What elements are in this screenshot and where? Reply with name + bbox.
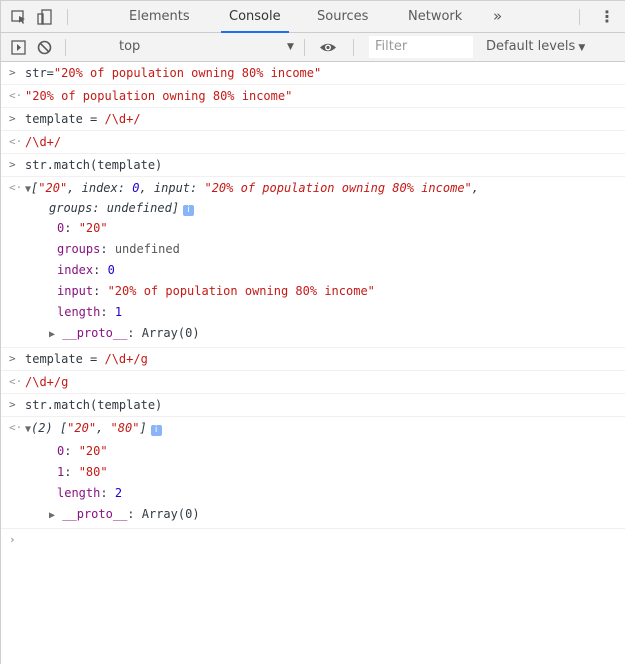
command-text: str= — [25, 66, 54, 80]
filter-input[interactable]: Filter — [369, 36, 473, 58]
more-tabs-button[interactable]: » — [493, 1, 502, 32]
tab-elements[interactable]: Elements — [129, 1, 190, 32]
clear-console-icon[interactable] — [36, 39, 53, 56]
console-input-line: > template = /\d+/g — [1, 348, 625, 371]
log-levels-label: Default levels — [486, 39, 576, 54]
expand-triangle-icon[interactable]: ▶ — [49, 510, 55, 521]
console-prompt[interactable]: › — [1, 529, 625, 555]
tab-network[interactable]: Network — [408, 1, 462, 32]
inspect-element-icon[interactable] — [10, 8, 28, 26]
command-text: str.match(template) — [25, 158, 163, 172]
input-prompt-icon: > — [9, 66, 16, 79]
property-row: 1: "80" — [57, 465, 108, 479]
input-prompt-icon: > — [9, 398, 16, 411]
chevron-down-icon: ▼ — [578, 43, 586, 53]
sidebar-toggle-icon[interactable] — [10, 39, 27, 56]
log-levels-dropdown[interactable]: Default levels ▼ — [486, 33, 585, 61]
command-text: str.match(template) — [25, 398, 163, 412]
tabbar-divider — [579, 9, 580, 25]
live-expression-eye-icon[interactable] — [318, 39, 338, 56]
property-row: 0: "20" — [57, 444, 108, 458]
command-text: template = /\d+/g — [25, 352, 148, 366]
property-row: groups: undefined — [57, 242, 180, 256]
expand-triangle-icon[interactable]: ▶ — [49, 329, 55, 340]
console-result-line: <· "20% of population owning 80% income" — [1, 85, 625, 108]
property-row: length: 2 — [57, 486, 123, 500]
toolbar-divider — [353, 39, 354, 56]
tab-console[interactable]: Console — [221, 1, 289, 33]
console-input-line: > str="20% of population owning 80% incom… — [1, 62, 625, 85]
toolbar-divider — [304, 39, 305, 56]
result-arrow-icon: <· — [9, 135, 23, 148]
toolbar-divider — [65, 39, 66, 56]
property-row: 0: "20" — [57, 221, 108, 235]
result-string: "20% of population owning 80% income" — [25, 89, 293, 103]
property-row: input: "20% of population owning 80% inc… — [57, 284, 375, 298]
array-preview[interactable]: (2) ["20", "80"] — [31, 421, 147, 435]
array-preview[interactable]: ["20", index: 0, input: "20% of populati… — [31, 181, 479, 195]
proto-row[interactable]: ▶ __proto__: Array(0) — [1, 502, 625, 529]
console-toolbar: top ▼ Filter Default levels ▼ — [1, 33, 625, 62]
proto-row[interactable]: ▶ __proto__: Array(0) — [1, 321, 625, 348]
result-regex: /\d+/g — [25, 375, 69, 389]
console-input-line: > str.match(template) — [1, 394, 625, 417]
result-arrow-icon: <· — [9, 181, 23, 194]
console-input-line: > str.match(template) — [1, 154, 625, 177]
tab-sources[interactable]: Sources — [317, 1, 368, 32]
chevron-down-icon[interactable]: ▼ — [287, 33, 294, 61]
tabbar-divider — [67, 9, 68, 25]
command-text: template = /\d+/ — [25, 112, 141, 126]
info-icon[interactable]: i — [150, 425, 162, 436]
console-result-line: <·/\d+/ — [1, 131, 625, 154]
devtools-tab-bar: Elements Console Sources Network » ⋮ — [1, 1, 625, 33]
property-row: index: 0 — [57, 263, 115, 277]
console-result-line: <· ▼["20", index: 0, input: "20% of popul… — [1, 177, 625, 199]
console-result-line: <·/\d+/g — [1, 371, 625, 394]
prompt-caret-icon: › — [9, 533, 16, 546]
result-regex: /\d+/ — [25, 135, 62, 149]
result-arrow-icon: <· — [9, 375, 23, 388]
array-preview-continued: groups: undefined] i — [1, 199, 625, 219]
command-string: "20% of population owning 80% income" — [53, 66, 322, 80]
info-icon[interactable]: i — [183, 205, 195, 216]
result-arrow-icon: <· — [9, 89, 23, 102]
context-selector[interactable]: top — [119, 33, 140, 61]
console-result-line: <· ▼(2) ["20", "80"] i — [1, 417, 625, 439]
result-arrow-icon: <· — [9, 421, 23, 434]
input-prompt-icon: > — [9, 158, 16, 171]
input-prompt-icon: > — [9, 352, 16, 365]
property-row: length: 1 — [57, 305, 123, 319]
input-prompt-icon: > — [9, 112, 16, 125]
console-messages[interactable]: > str="20% of population owning 80% incom… — [1, 62, 625, 555]
console-input-line: > template = /\d+/ — [1, 108, 625, 131]
device-toolbar-icon[interactable] — [36, 8, 54, 26]
customize-menu-icon[interactable]: ⋮ — [597, 7, 617, 27]
